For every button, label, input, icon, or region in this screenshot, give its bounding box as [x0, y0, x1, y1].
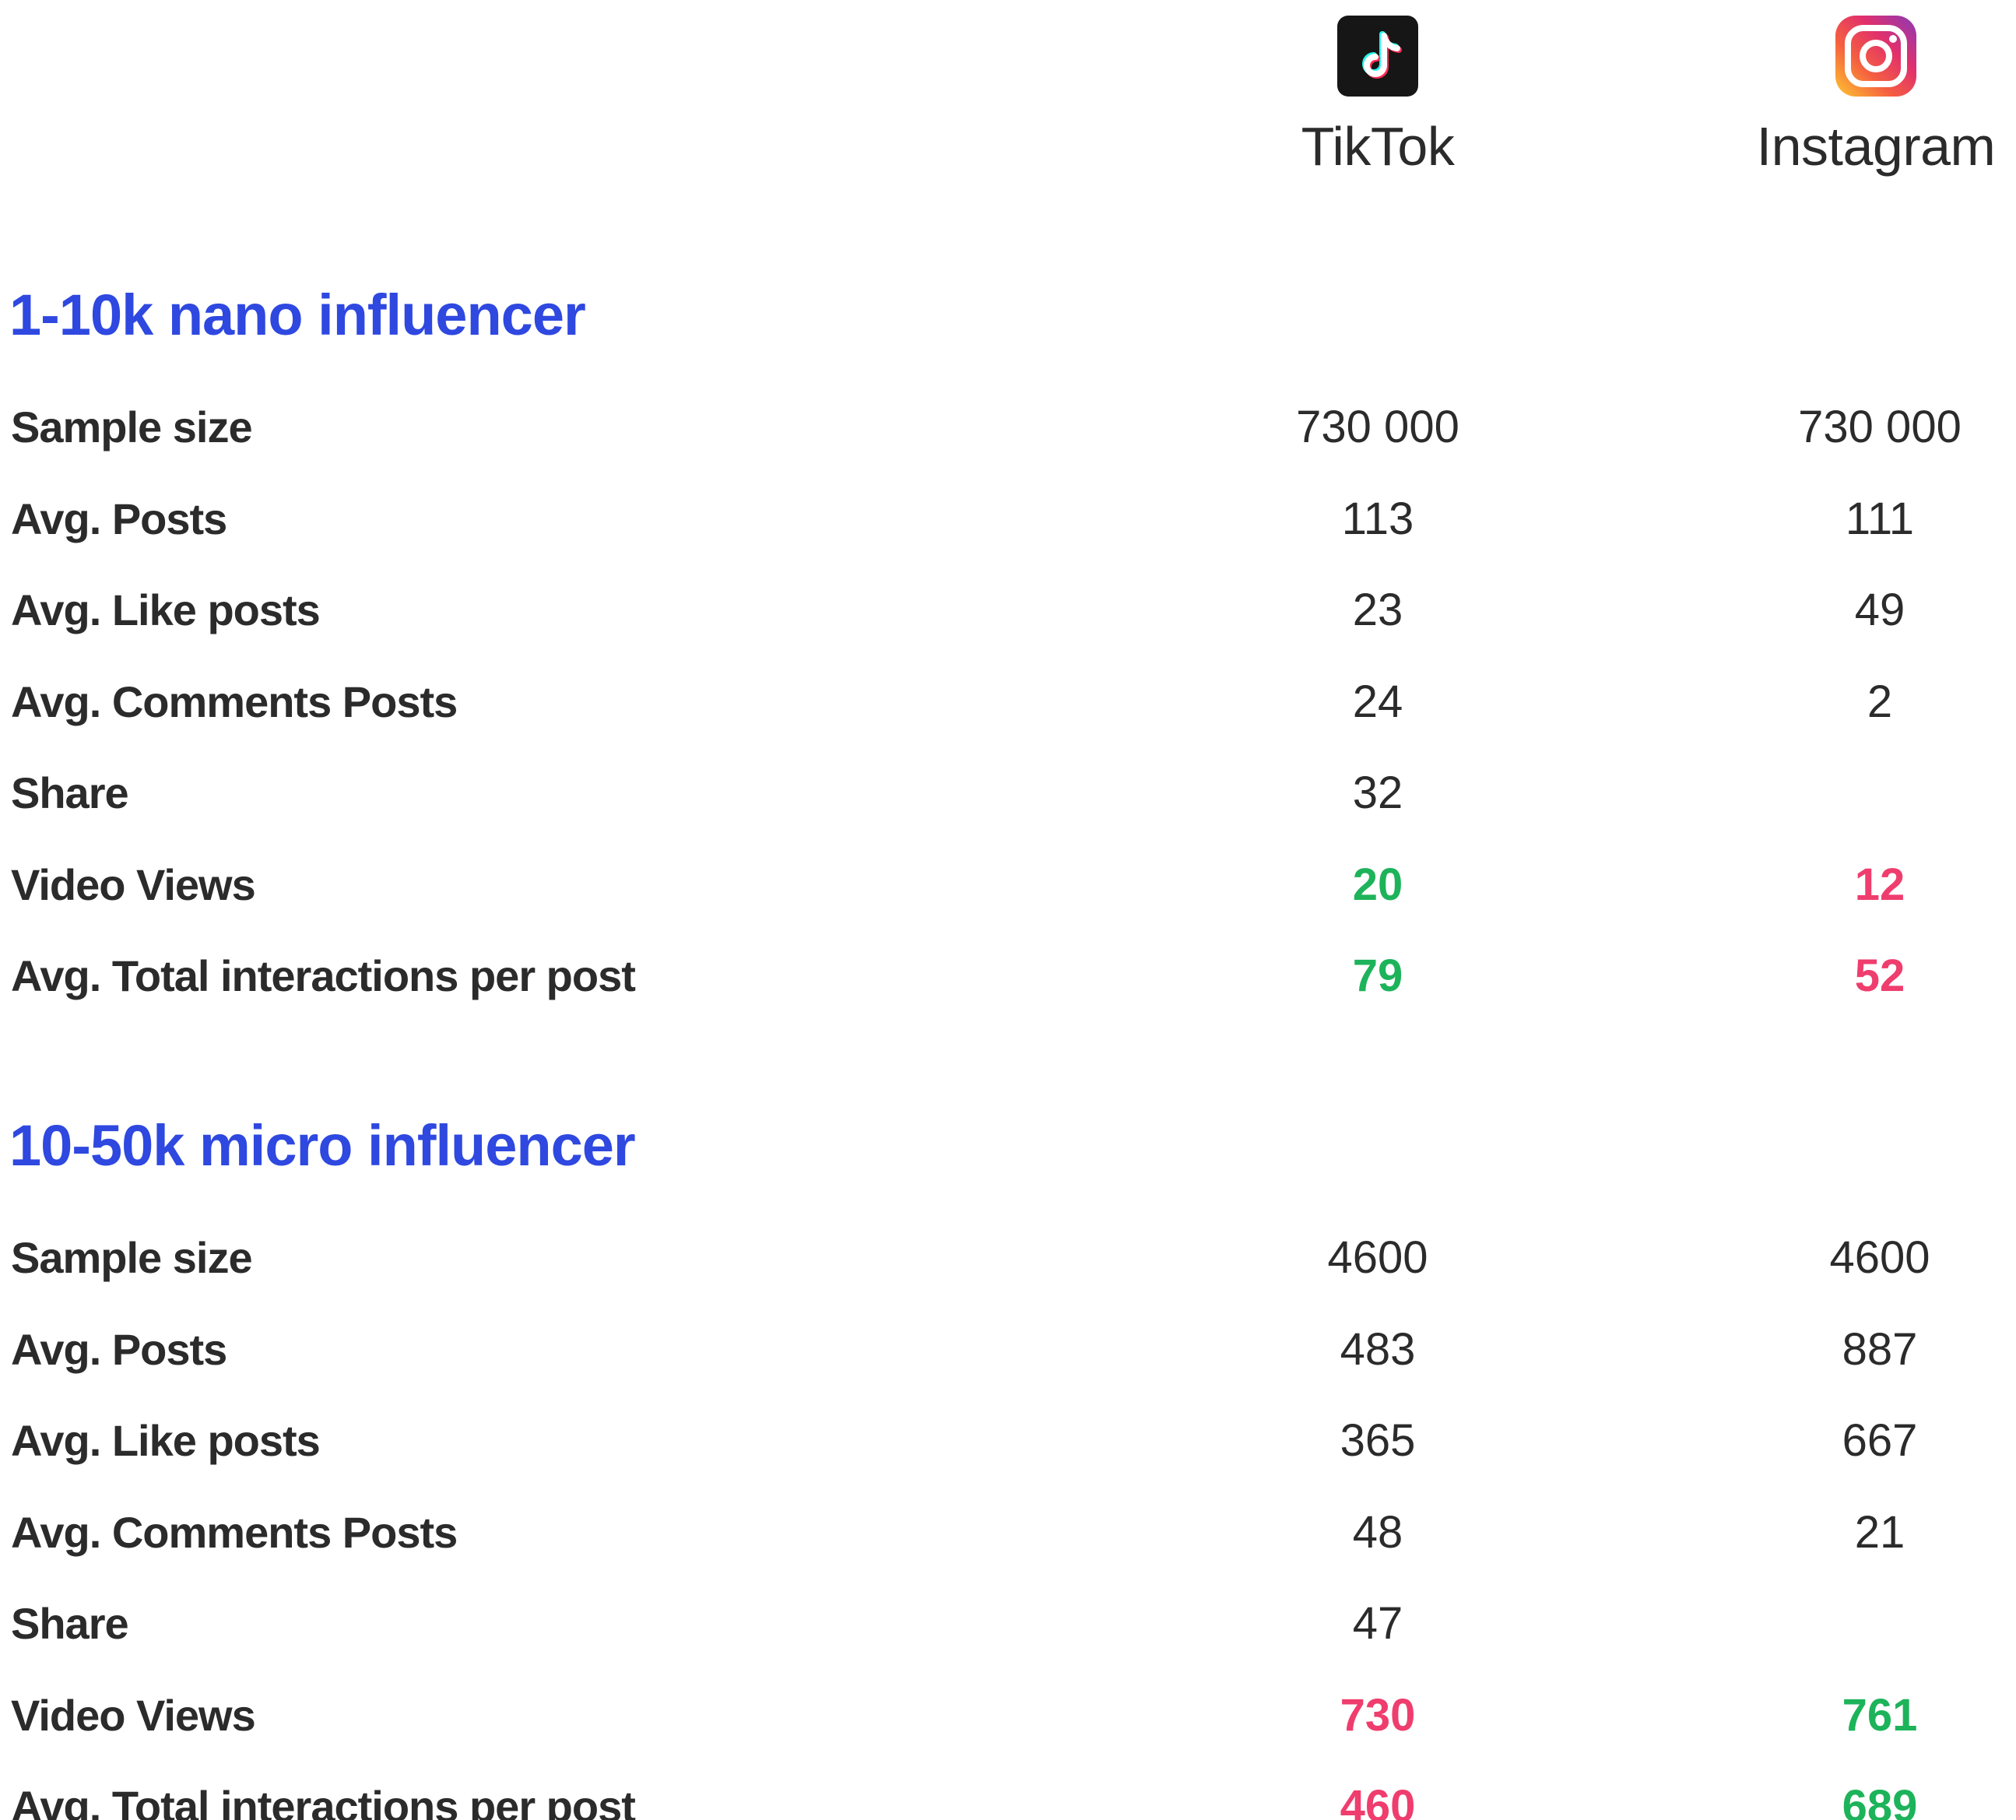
- metric-label: Sample size: [11, 402, 253, 452]
- metrics-table-micro: Sample size 4600 4600 Avg. Posts 483 887…: [0, 1212, 2016, 1820]
- metric-label: Avg. Total interactions per post: [11, 1782, 636, 1820]
- instagram-logo-icon: [1835, 16, 1916, 97]
- tiktok-value: 47: [1352, 1598, 1403, 1650]
- section-title-nano: 1-10k nano influencer: [9, 283, 586, 347]
- section-title-micro: 10-50k micro influencer: [9, 1113, 636, 1178]
- metric-label: Sample size: [11, 1233, 253, 1283]
- tiktok-value: 4600: [1327, 1232, 1428, 1284]
- table-row: Share 32: [0, 747, 2016, 839]
- tiktok-value: 483: [1340, 1323, 1416, 1375]
- metric-label: Video Views: [11, 859, 256, 909]
- tiktok-value: 24: [1352, 676, 1403, 727]
- metric-label: Avg. Total interactions per post: [11, 951, 636, 1001]
- metric-label: Share: [11, 1599, 129, 1649]
- metric-label: Video Views: [11, 1690, 256, 1740]
- metric-label: Share: [11, 768, 129, 818]
- metric-label: Avg. Like posts: [11, 1416, 321, 1466]
- instagram-value: 730 000: [1798, 402, 1962, 453]
- metric-label: Avg. Comments Posts: [11, 1507, 458, 1557]
- instagram-value: 49: [1854, 585, 1905, 636]
- metric-label: Avg. Posts: [11, 1324, 227, 1374]
- instagram-value: 667: [1842, 1415, 1918, 1467]
- tiktok-value: 79: [1352, 950, 1403, 1002]
- tiktok-value: 23: [1352, 585, 1403, 636]
- tiktok-value: 460: [1340, 1781, 1416, 1820]
- metric-label: Avg. Comments Posts: [11, 676, 458, 726]
- table-row: Avg. Posts 113 111: [0, 473, 2016, 565]
- platform-name-instagram: Instagram: [1756, 116, 1996, 177]
- instagram-value: 4600: [1829, 1232, 1930, 1284]
- table-row: Avg. Like posts 365 667: [0, 1395, 2016, 1487]
- table-row: Video Views 20 12: [0, 839, 2016, 931]
- tiktok-value: 730: [1340, 1689, 1416, 1741]
- instagram-value: 12: [1854, 859, 1905, 910]
- tiktok-value: 113: [1341, 493, 1414, 544]
- instagram-value: 761: [1842, 1689, 1918, 1741]
- table-row: Avg. Posts 483 887: [0, 1304, 2016, 1396]
- instagram-value: 2: [1867, 676, 1893, 727]
- metrics-table-nano: Sample size 730 000 730 000 Avg. Posts 1…: [0, 381, 2016, 1022]
- instagram-value: 887: [1842, 1323, 1918, 1375]
- platform-header-tiktok: TikTok: [1175, 16, 1580, 177]
- instagram-value: 21: [1854, 1506, 1905, 1558]
- metric-label: Avg. Posts: [11, 494, 227, 543]
- tiktok-value: 365: [1340, 1415, 1416, 1467]
- metric-label: Avg. Like posts: [11, 585, 321, 635]
- table-row: Share 47: [0, 1578, 2016, 1670]
- table-row: Sample size 730 000 730 000: [0, 381, 2016, 473]
- tiktok-value: 32: [1352, 768, 1403, 819]
- instagram-value: 111: [1845, 493, 1915, 544]
- table-row: Avg. Comments Posts 48 21: [0, 1487, 2016, 1579]
- tiktok-value: 20: [1352, 859, 1403, 910]
- instagram-value: 689: [1842, 1781, 1918, 1820]
- instagram-value: 52: [1854, 950, 1905, 1002]
- platform-name-tiktok: TikTok: [1301, 116, 1455, 177]
- tiktok-logo-icon: [1337, 16, 1418, 97]
- tiktok-value: 48: [1352, 1506, 1403, 1558]
- platform-header-instagram: Instagram: [1674, 16, 2016, 177]
- table-row: Avg. Total interactions per post 460 689: [0, 1761, 2016, 1820]
- table-row: Video Views 730 761: [0, 1670, 2016, 1762]
- table-row: Avg. Total interactions per post 79 52: [0, 930, 2016, 1022]
- table-row: Avg. Like posts 23 49: [0, 564, 2016, 656]
- tiktok-value: 730 000: [1296, 402, 1459, 453]
- table-row: Sample size 4600 4600: [0, 1212, 2016, 1304]
- table-row: Avg. Comments Posts 24 2: [0, 656, 2016, 748]
